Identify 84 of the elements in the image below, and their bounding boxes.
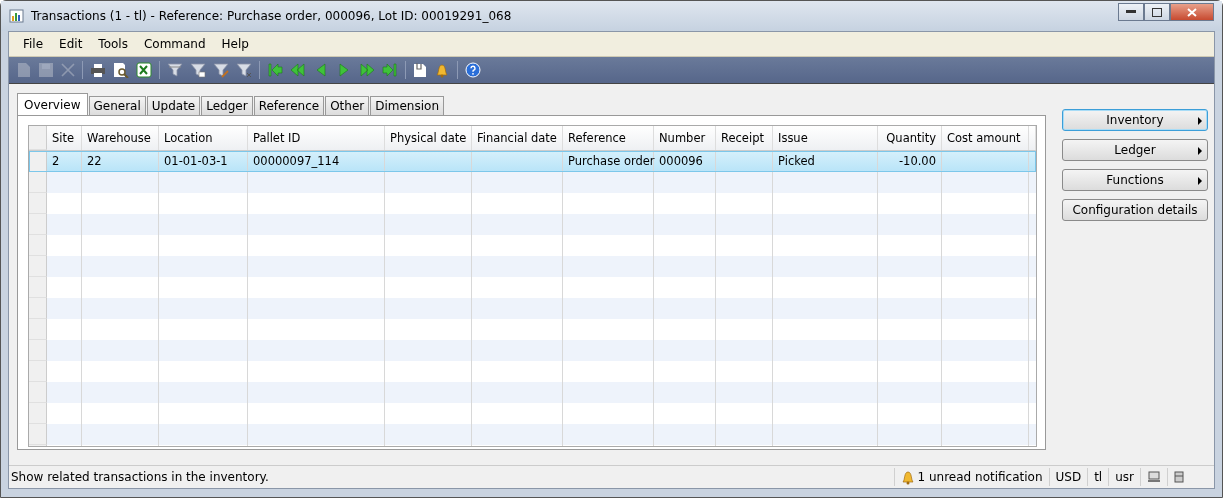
column-header[interactable]: Cost amount <box>942 126 1029 150</box>
submenu-arrow-icon <box>1198 177 1202 185</box>
row-selector[interactable] <box>29 214 47 235</box>
database-icon[interactable] <box>1174 471 1184 483</box>
row-selector[interactable] <box>29 403 47 424</box>
tab[interactable]: Update <box>146 96 201 115</box>
double-right-arrow-icon[interactable] <box>359 62 375 78</box>
filter-icon[interactable] <box>236 62 252 78</box>
column-header[interactable]: Number <box>654 126 716 150</box>
bell-icon[interactable] <box>434 62 450 78</box>
row-selector[interactable] <box>29 151 47 172</box>
menu-item[interactable]: Tools <box>90 37 136 51</box>
document-clip-icon[interactable] <box>413 62 427 78</box>
menu-item[interactable]: File <box>15 37 52 51</box>
column-header[interactable]: Receipt <box>716 126 773 150</box>
company-indicator[interactable]: tl <box>1087 468 1109 486</box>
print-preview-icon[interactable] <box>113 62 129 78</box>
spreadsheet-icon[interactable] <box>136 62 152 78</box>
close-button[interactable] <box>1170 3 1214 21</box>
row-selector[interactable] <box>29 256 47 277</box>
row-selector[interactable] <box>29 361 47 382</box>
table-row[interactable] <box>29 424 1036 445</box>
side-button[interactable]: Functions <box>1062 169 1208 191</box>
table-row[interactable]: 2 22 01-01-03-1 00000097_114 Purchase order 000096 Picked -10.00 <box>29 151 1036 172</box>
table-row[interactable] <box>29 172 1036 193</box>
table-row[interactable] <box>29 340 1036 361</box>
row-selector[interactable] <box>29 298 47 319</box>
table-row[interactable] <box>29 256 1036 277</box>
close-icon <box>1187 7 1197 17</box>
double-left-arrow-icon[interactable] <box>290 62 306 78</box>
column-header[interactable]: Site <box>47 126 82 150</box>
filter-icon[interactable] <box>190 62 206 78</box>
menu-item[interactable]: Help <box>213 37 257 51</box>
row-selector[interactable] <box>29 382 47 403</box>
tab[interactable]: Other <box>325 96 370 115</box>
window-title: Transactions (1 - tl) - Reference: Purchase order, 000096, Lot ID: 00019291_068 <box>31 9 513 23</box>
minimize-button[interactable] <box>1118 3 1144 21</box>
status-message: Show related transactions in the inventory. <box>10 470 270 484</box>
side-button[interactable]: Configuration details <box>1062 199 1208 221</box>
row-selector[interactable] <box>29 424 47 445</box>
column-header[interactable]: Location <box>159 126 248 150</box>
menu-item[interactable]: Command <box>135 37 214 51</box>
column-header[interactable]: Issue <box>773 126 878 150</box>
app-icon <box>9 8 25 24</box>
grid-corner[interactable] <box>29 126 47 150</box>
side-button[interactable]: Inventory <box>1062 109 1208 131</box>
maximize-icon <box>1152 7 1162 17</box>
side-button[interactable]: Ledger <box>1062 139 1208 161</box>
menu-item[interactable]: Edit <box>51 37 91 51</box>
column-header[interactable]: Physical date <box>385 126 472 150</box>
row-selector[interactable] <box>29 172 47 193</box>
tab[interactable]: Dimension <box>370 96 444 115</box>
submenu-arrow-icon <box>1198 117 1202 125</box>
submenu-arrow-icon <box>1198 147 1202 155</box>
row-selector[interactable] <box>29 277 47 298</box>
tab[interactable]: Reference <box>253 96 325 115</box>
bell-icon[interactable] <box>900 469 915 485</box>
filter-icon[interactable] <box>213 62 229 78</box>
row-selector[interactable] <box>29 193 47 214</box>
table-row[interactable] <box>29 214 1036 235</box>
column-header[interactable]: Warehouse <box>82 126 159 150</box>
computer-icon[interactable] <box>1147 471 1161 483</box>
row-selector[interactable] <box>29 340 47 361</box>
tab[interactable]: General <box>88 96 146 115</box>
column-header[interactable]: Pallet ID <box>248 126 385 150</box>
row-selector[interactable] <box>29 235 47 256</box>
filter-icon[interactable] <box>167 62 183 78</box>
maximize-button[interactable] <box>1144 3 1170 21</box>
help-icon[interactable] <box>465 62 481 78</box>
minimize-icon <box>1126 10 1136 14</box>
last-record-icon[interactable] <box>382 62 398 78</box>
print-icon[interactable] <box>90 62 106 78</box>
column-header[interactable]: Reference <box>563 126 654 150</box>
tab[interactable]: Ledger <box>201 96 253 115</box>
table-row[interactable] <box>29 382 1036 403</box>
row-selector[interactable] <box>29 319 47 340</box>
column-header[interactable]: Financial date <box>472 126 563 150</box>
notification-count[interactable]: 1 unread notification <box>917 470 1043 484</box>
table-row[interactable] <box>29 298 1036 319</box>
first-record-icon[interactable] <box>267 62 283 78</box>
tab[interactable]: Overview <box>17 93 88 115</box>
user-indicator[interactable]: usr <box>1108 468 1140 486</box>
currency-indicator[interactable]: USD <box>1048 468 1088 486</box>
column-header[interactable]: Quantity <box>878 126 942 150</box>
